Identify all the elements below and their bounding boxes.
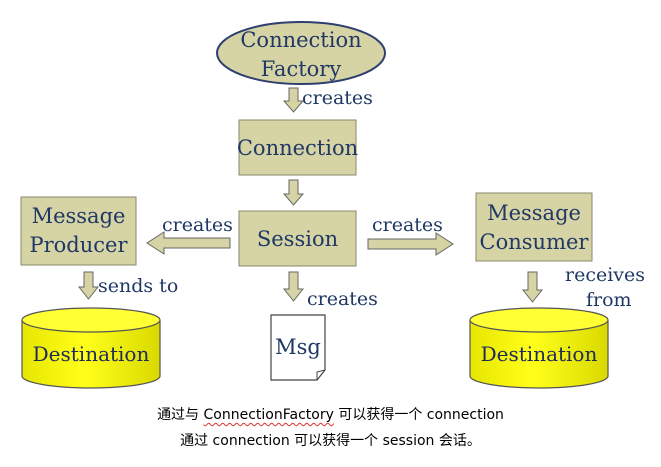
connection-factory-node: Connection Factory <box>216 21 386 85</box>
arrow-session-to-msg <box>282 271 305 302</box>
connection-factory-label-line1: Connection <box>240 28 361 52</box>
jms-architecture-diagram: Connection Factory creates Connection Se… <box>20 21 645 389</box>
destination-right-label: Destination <box>481 342 598 366</box>
caption-line-1-suffix: 可以获得一个 connection <box>333 407 504 423</box>
caption-connectionfactory-term: ConnectionFactory <box>203 407 334 423</box>
message-producer-label-line2: Producer <box>29 233 128 257</box>
message-producer-label-line1: Message <box>32 204 126 228</box>
arrow-factory-to-connection <box>282 87 305 113</box>
connection-label: Connection <box>237 136 358 160</box>
msg-document-node: Msg <box>270 314 326 381</box>
msg-label: Msg <box>275 335 321 359</box>
edge-label-receives-line2: from <box>586 289 632 311</box>
message-consumer-label-line1: Message <box>487 201 581 225</box>
edge-label-session-to-msg: creates <box>307 288 378 310</box>
edge-label-receives-line1: receives <box>565 264 645 286</box>
edge-label-session-to-producer: creates <box>162 214 233 236</box>
arrow-consumer-to-destination <box>521 271 544 303</box>
caption-line-2: 通过 connection 可以获得一个 session 会话。 <box>180 433 481 449</box>
destination-left-label: Destination <box>33 342 150 366</box>
edge-label-factory-to-connection: creates <box>302 87 373 109</box>
caption-line-1: 通过与 ConnectionFactory 可以获得一个 connection <box>0 404 661 424</box>
edge-label-sends-to: sends to <box>98 275 178 297</box>
connection-node: Connection <box>237 119 358 176</box>
session-label: Session <box>257 227 338 251</box>
arrow-connection-to-session <box>282 179 305 206</box>
connection-factory-label-line2: Factory <box>261 57 342 81</box>
arrow-session-to-consumer <box>367 232 454 256</box>
session-node: Session <box>238 210 357 267</box>
message-consumer-node: Message Consumer <box>475 192 593 262</box>
destination-right-cylinder: Destination <box>469 307 609 389</box>
caption-line-1-prefix: 通过与 <box>157 407 204 423</box>
message-consumer-label-line2: Consumer <box>480 230 590 254</box>
arrow-producer-to-destination <box>77 271 100 300</box>
message-producer-node: Message Producer <box>20 196 137 266</box>
edge-label-session-to-consumer: creates <box>372 214 443 236</box>
destination-left-cylinder: Destination <box>21 307 161 389</box>
